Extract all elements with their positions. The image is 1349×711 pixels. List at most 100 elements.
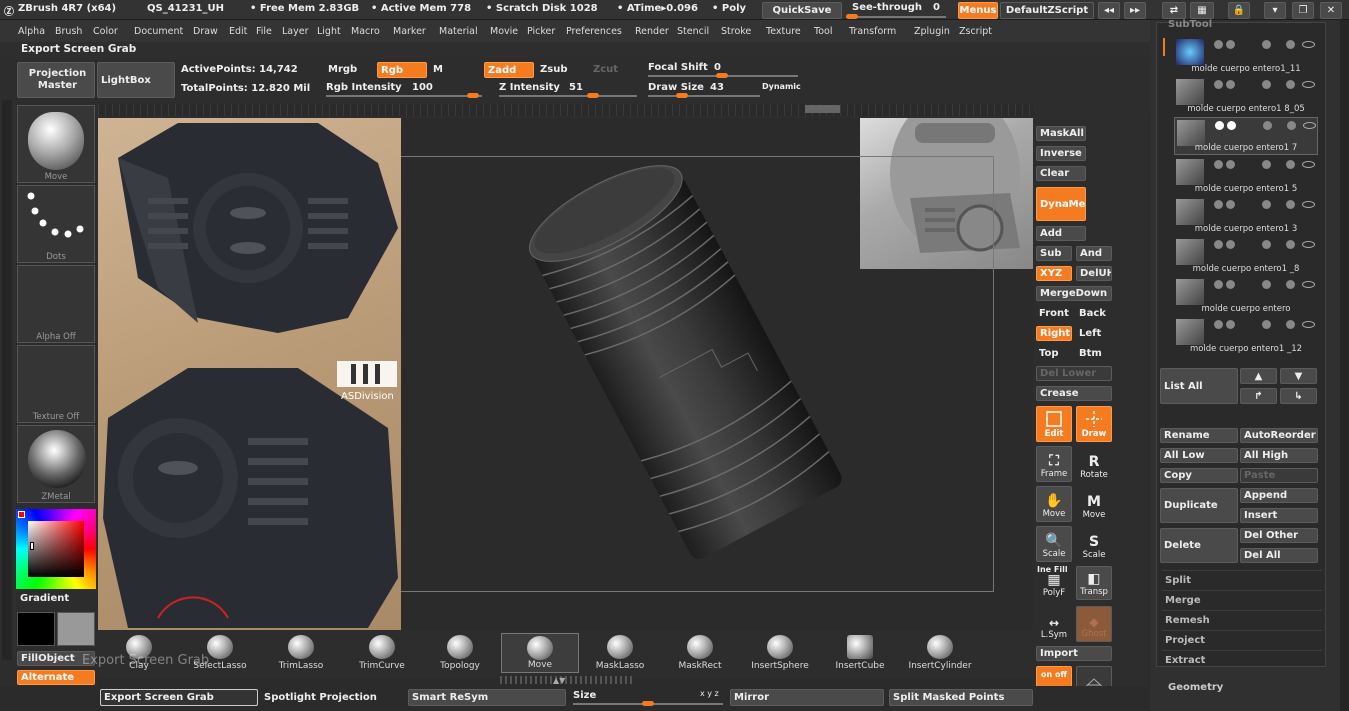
polypaint-toggle-icon[interactable]	[1214, 240, 1223, 249]
split-section[interactable]: Split	[1162, 570, 1322, 589]
polypaint-toggle-icon[interactable]	[1226, 320, 1235, 329]
eye-icon[interactable]	[1302, 321, 1315, 328]
move-up-icon[interactable]: ▲	[1240, 368, 1277, 384]
edit-button[interactable]: Edit	[1036, 406, 1072, 442]
clear-button[interactable]: Clear	[1036, 166, 1086, 181]
subtool-toggles[interactable]	[1214, 240, 1315, 250]
menu-material[interactable]: Material	[439, 26, 478, 37]
eye-icon[interactable]	[1302, 241, 1315, 248]
remesh-section[interactable]: Remesh	[1162, 610, 1322, 629]
brush-trimlasso[interactable]: TrimLasso	[262, 633, 340, 673]
dynamic-button[interactable]: Dynamic	[762, 82, 801, 91]
subtool-item[interactable]: molde cuerpo entero1 7	[1174, 117, 1318, 155]
polypaint-toggle-icon[interactable]	[1262, 200, 1271, 209]
polypaint-toggle-icon[interactable]	[1262, 280, 1271, 289]
brush-icon[interactable]	[1286, 240, 1295, 249]
zsub-button[interactable]: Zsub	[540, 64, 567, 75]
quicksave-button[interactable]: QuickSave	[762, 2, 842, 19]
frame-button[interactable]: ⛶ Frame	[1036, 446, 1072, 482]
draw-size-knob[interactable]	[676, 93, 688, 98]
copy-button[interactable]: Copy	[1160, 468, 1238, 483]
subtool-item[interactable]: molde cuerpo entero1 5	[1174, 157, 1318, 195]
polypaint-toggle-icon[interactable]	[1214, 160, 1223, 169]
sub-button[interactable]: Sub	[1036, 246, 1072, 261]
polypaint-toggle-icon[interactable]	[1262, 160, 1271, 169]
subtool-item[interactable]: molde cuerpo entero1 8_05	[1174, 77, 1318, 115]
subtool-item[interactable]: molde cuerpo entero	[1174, 277, 1318, 315]
menu-stroke[interactable]: Stroke	[721, 26, 751, 37]
menu-layer[interactable]: Layer	[282, 26, 309, 37]
cylinder-model[interactable]	[528, 158, 848, 578]
rename-button[interactable]: Rename	[1160, 428, 1238, 443]
move-down-icon[interactable]: ▼	[1280, 368, 1317, 384]
brush-insertsphere[interactable]: InsertSphere	[741, 633, 819, 673]
minimize-icon[interactable]: ▾	[1264, 2, 1286, 19]
lock-icon[interactable]: 🔒	[1228, 2, 1250, 19]
polypaint-toggle-icon[interactable]	[1214, 200, 1223, 209]
back-button[interactable]: Back	[1076, 306, 1112, 321]
brush-masklasso[interactable]: MaskLasso	[581, 633, 659, 673]
menu-render[interactable]: Render	[635, 26, 669, 37]
polypaint-toggle-icon[interactable]	[1214, 40, 1223, 49]
import-button[interactable]: Import	[1036, 646, 1112, 661]
brush-icon[interactable]	[1286, 160, 1295, 169]
brush-move[interactable]: Move	[501, 633, 579, 673]
menu-stencil[interactable]: Stencil	[677, 26, 709, 37]
add-button[interactable]: Add	[1036, 226, 1086, 241]
extract-section[interactable]: Extract	[1162, 650, 1322, 669]
mrgb-button[interactable]: Mrgb	[328, 64, 357, 75]
polypaint-toggle-icon[interactable]	[1226, 40, 1235, 49]
del-all-button[interactable]: Del All	[1240, 548, 1318, 563]
brush-icon[interactable]	[1286, 320, 1295, 329]
dynamesh-button[interactable]: DynaMesh	[1036, 187, 1086, 221]
color-picker-cursor[interactable]	[30, 542, 34, 550]
arrow-turn-down-icon[interactable]: ↳	[1280, 388, 1317, 404]
menu-marker[interactable]: Marker	[393, 26, 426, 37]
inverse-button[interactable]: Inverse	[1036, 146, 1086, 161]
del-lower-button[interactable]: Del Lower	[1036, 366, 1112, 381]
polypaint-toggle-icon[interactable]	[1214, 80, 1223, 89]
polypaint-toggle-icon[interactable]	[1214, 280, 1223, 289]
brush-icon[interactable]	[1286, 80, 1295, 89]
lightbox-button[interactable]: LightBox	[97, 62, 175, 98]
right-button[interactable]: Right	[1036, 326, 1072, 341]
color-picker-square[interactable]	[28, 521, 84, 577]
polypaint-toggle-icon[interactable]	[1262, 40, 1271, 49]
menu-zplugin[interactable]: Zplugin	[914, 26, 950, 37]
menu-brush[interactable]: Brush	[55, 26, 82, 37]
see-through-slider[interactable]	[846, 16, 946, 18]
menus-button[interactable]: Menus	[958, 2, 998, 19]
polypaint-toggle-icon[interactable]	[1262, 240, 1271, 249]
rotate-button[interactable]: R Rotate	[1076, 446, 1112, 482]
btm-button[interactable]: Btm	[1076, 346, 1112, 361]
scale-view-button[interactable]: 🔍 Scale	[1036, 526, 1072, 562]
stroke-tile[interactable]: Dots	[17, 185, 95, 263]
default-zscript-button[interactable]: DefaultZScript	[1000, 2, 1094, 19]
menu-zscript[interactable]: Zscript	[959, 26, 992, 37]
insert-button[interactable]: Insert	[1240, 508, 1318, 523]
eye-icon[interactable]	[1302, 281, 1315, 288]
xyz-button[interactable]: XYZ	[1036, 266, 1072, 281]
subtool-toggles[interactable]	[1214, 280, 1315, 290]
restore-icon[interactable]: ❐	[1292, 2, 1314, 19]
see-through-knob[interactable]	[846, 14, 858, 19]
polypaint-toggle-icon[interactable]	[1226, 160, 1235, 169]
layout-icon[interactable]: ▦	[1190, 2, 1214, 19]
subtool-toggles[interactable]	[1214, 40, 1315, 50]
draw-button[interactable]: Draw	[1076, 406, 1112, 442]
subtool-toggles[interactable]	[1214, 80, 1315, 90]
shelf-resize-handle[interactable]	[500, 676, 635, 684]
brush-icon[interactable]	[1286, 40, 1295, 49]
rgb-button[interactable]: Rgb	[377, 62, 427, 78]
duplicate-button[interactable]: Duplicate	[1160, 488, 1238, 523]
rgb-intensity-slider[interactable]	[326, 95, 482, 97]
arrows-left-icon[interactable]: ◂◂	[1098, 2, 1120, 19]
brush-icon[interactable]	[1287, 121, 1296, 130]
m-button[interactable]: M	[433, 64, 443, 75]
brush-icon[interactable]	[1286, 200, 1295, 209]
eye-icon[interactable]	[1303, 122, 1316, 129]
del-other-button[interactable]: Del Other	[1240, 528, 1318, 543]
polypaint-toggle-icon[interactable]	[1226, 200, 1235, 209]
subtool-toggles[interactable]	[1214, 160, 1315, 170]
geometry-section[interactable]: Geometry	[1168, 682, 1223, 693]
